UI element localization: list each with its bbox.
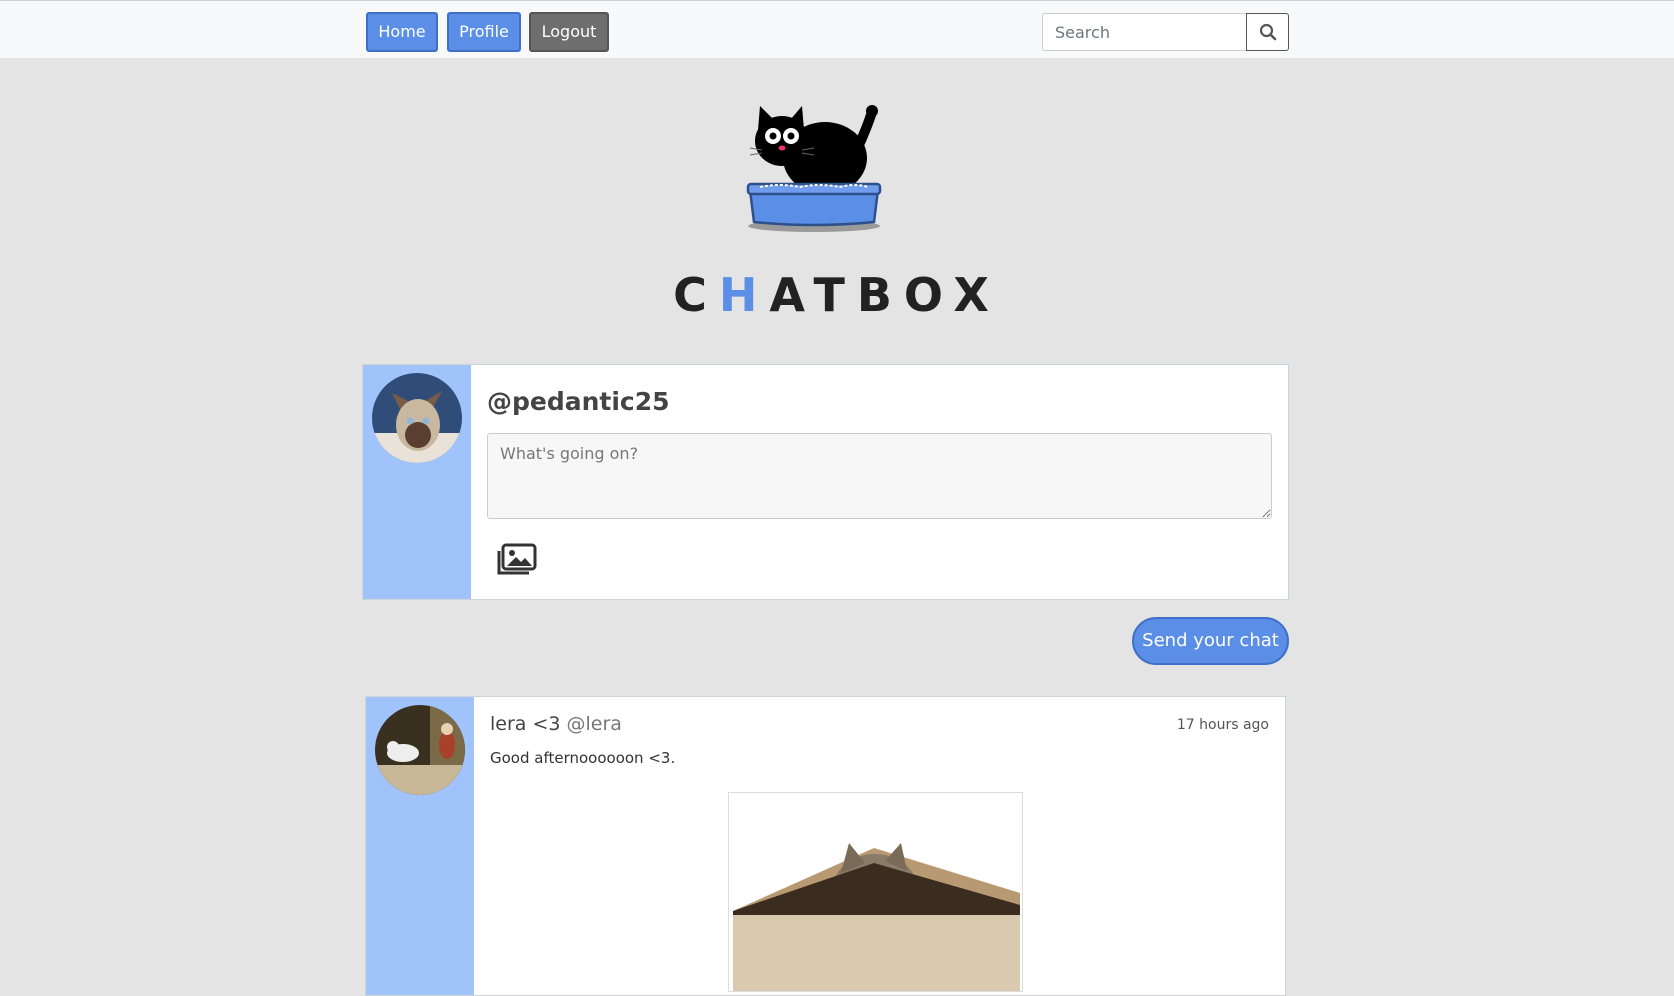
top-navbar: Home Profile Logout [0,0,1674,59]
post-card: lera <3 @lera 17 hours ago Good afternoo… [365,696,1286,996]
home-button[interactable]: Home [366,12,438,52]
post-timestamp: 17 hours ago [1176,717,1269,733]
compose-card: @pedantic25 [362,364,1289,600]
compose-username: @pedantic25 [487,387,670,416]
user-avatar [372,373,462,463]
post-handle[interactable]: @lera [567,713,622,735]
compose-textarea[interactable] [487,433,1272,519]
post-text: Good afternoooooon <3. [490,749,676,767]
image-upload-icon[interactable] [497,543,537,575]
post-author: lera <3 @lera [490,713,622,735]
post-display-name[interactable]: lera <3 [490,713,560,735]
search-icon [1259,23,1276,41]
cat-litterbox-logo [746,105,882,232]
brand-title: CHATBOX [673,268,1001,322]
search-button[interactable] [1246,13,1289,51]
post-image[interactable] [728,792,1023,992]
search-input[interactable] [1042,13,1247,51]
send-chat-button[interactable]: Send your chat [1132,617,1289,665]
logout-button[interactable]: Logout [529,12,609,52]
profile-button[interactable]: Profile [447,12,521,52]
post-author-avatar[interactable] [375,705,465,795]
